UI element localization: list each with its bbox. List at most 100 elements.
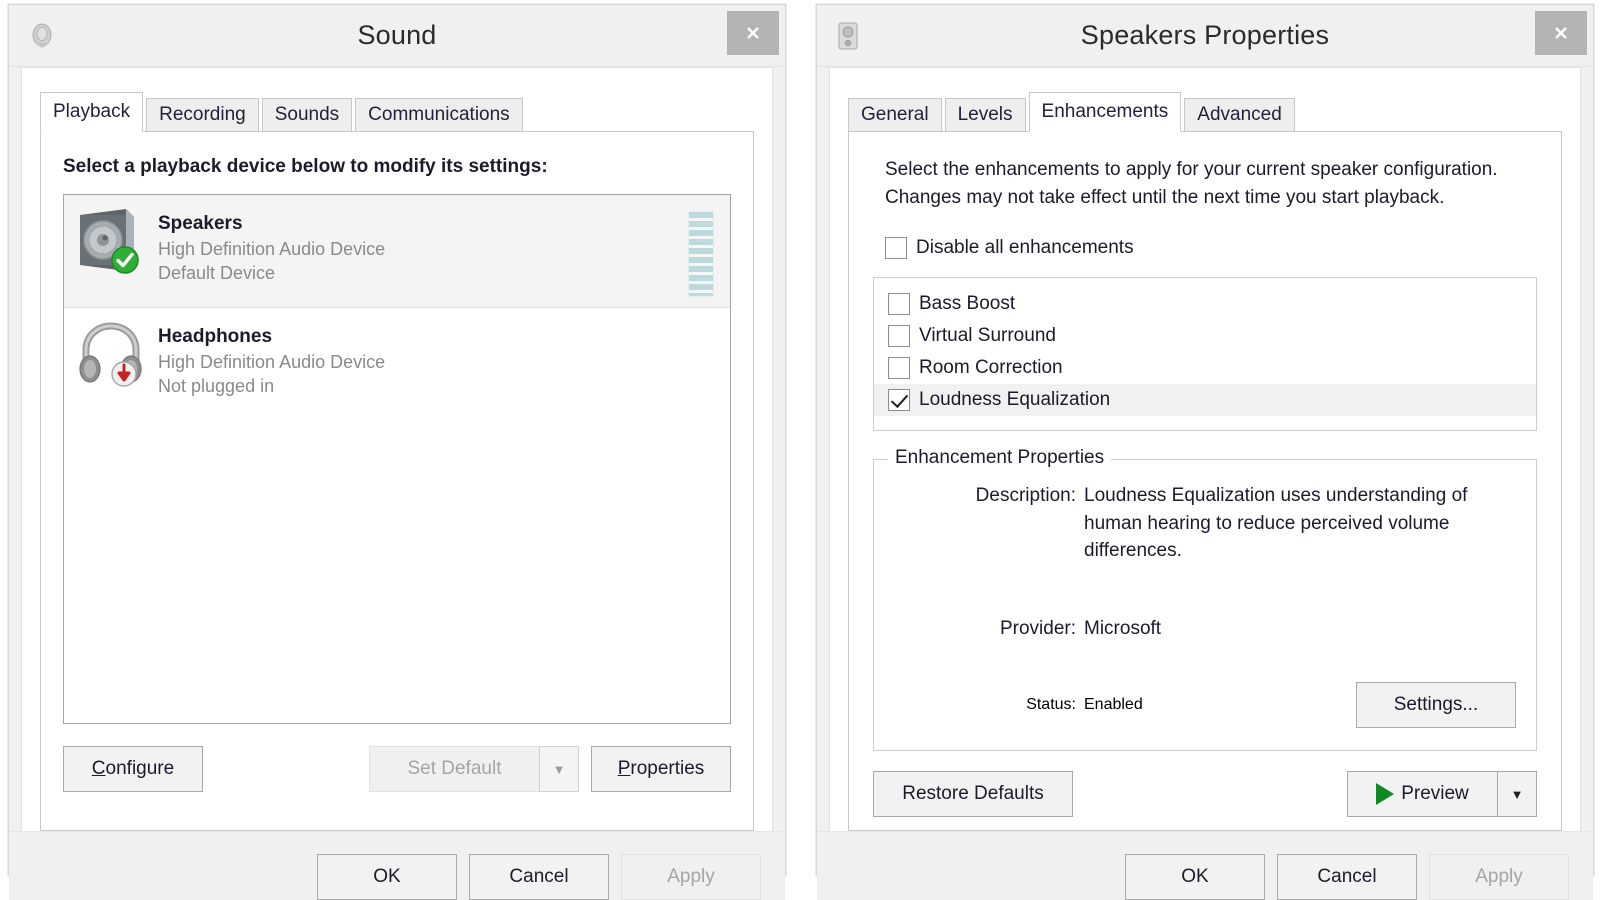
configure-button[interactable]: Configure	[63, 746, 203, 792]
tab-recording[interactable]: Recording	[146, 98, 259, 132]
cancel-label: Cancel	[509, 866, 568, 888]
tab-advanced[interactable]: Advanced	[1184, 98, 1295, 132]
properties-titlebar[interactable]: Speakers Properties	[817, 5, 1593, 67]
device-name: Headphones	[158, 324, 722, 350]
properties-dialog-body: General Levels Enhancements Advanced Sel…	[829, 67, 1581, 831]
device-info-headphones: Headphones High Definition Audio Device …	[158, 318, 722, 398]
description-label: Description:	[894, 482, 1084, 565]
sound-dialog-title: Sound	[9, 20, 785, 51]
sound-tabstrip: Playback Recording Sounds Communications	[40, 94, 772, 132]
configure-accel: C	[92, 758, 106, 779]
status-label: Status:	[894, 696, 1084, 714]
headphones-icon	[74, 318, 148, 392]
settings-label: Settings...	[1394, 694, 1479, 716]
device-info-speakers: Speakers High Definition Audio Device De…	[158, 205, 688, 285]
sound-dialog: Sound Playback Recording Sounds Com	[8, 4, 786, 876]
tab-general-label: General	[861, 104, 929, 126]
tab-general[interactable]: General	[848, 98, 942, 132]
tab-enhancements-label: Enhancements	[1042, 101, 1169, 123]
tab-enhancements[interactable]: Enhancements	[1029, 92, 1182, 132]
checkbox-icon[interactable]	[888, 325, 910, 347]
cancel-label: Cancel	[1317, 866, 1376, 888]
checkbox-icon[interactable]	[888, 357, 910, 379]
provider-label: Provider:	[894, 615, 1084, 643]
close-icon[interactable]	[727, 11, 779, 55]
enhancement-item-virtual-surround[interactable]: Virtual Surround	[874, 320, 1536, 352]
enhancement-label: Room Correction	[919, 357, 1063, 379]
playback-button-row: Configure Set Default ▼ Properties	[41, 724, 753, 818]
play-triangle-icon	[1376, 783, 1394, 805]
restore-defaults-button[interactable]: Restore Defaults	[873, 771, 1073, 817]
device-driver: High Definition Audio Device	[158, 237, 688, 261]
device-driver: High Definition Audio Device	[158, 350, 722, 374]
playback-device-list[interactable]: Speakers High Definition Audio Device De…	[63, 194, 731, 724]
checkbox-icon[interactable]	[888, 389, 910, 411]
tab-playback-label: Playback	[53, 101, 130, 123]
tab-communications[interactable]: Communications	[355, 98, 523, 132]
cancel-button[interactable]: Cancel	[469, 854, 609, 900]
tab-levels[interactable]: Levels	[945, 98, 1026, 132]
preview-button[interactable]: Preview	[1347, 771, 1497, 817]
ok-button[interactable]: OK	[1125, 854, 1265, 900]
device-row-headphones[interactable]: Headphones High Definition Audio Device …	[64, 308, 730, 408]
set-default-button[interactable]: Set Default	[369, 746, 539, 792]
speaker-icon	[74, 205, 148, 279]
sound-titlebar[interactable]: Sound	[9, 5, 785, 67]
set-default-label: Set Default	[408, 758, 502, 780]
volume-meter	[688, 211, 714, 297]
enhancement-item-room-correction[interactable]: Room Correction	[874, 352, 1536, 384]
apply-label: Apply	[667, 866, 715, 888]
set-default-dropdown-arrow-icon[interactable]: ▼	[539, 746, 579, 792]
properties-dialog-title: Speakers Properties	[817, 20, 1593, 51]
tab-sounds[interactable]: Sounds	[262, 98, 352, 132]
preview-arrow-glyph: ▼	[1511, 787, 1524, 802]
ok-button[interactable]: OK	[317, 854, 457, 900]
settings-button[interactable]: Settings...	[1356, 682, 1516, 728]
ok-label: OK	[373, 866, 400, 888]
screen-root: Sound Playback Recording Sounds Com	[0, 0, 1600, 900]
properties-tabstrip: General Levels Enhancements Advanced	[848, 94, 1580, 132]
set-default-split-button: Set Default ▼	[369, 746, 579, 792]
preview-split-button: Preview ▼	[1347, 771, 1537, 817]
checkbox-icon[interactable]	[888, 293, 910, 315]
sound-dialog-body: Playback Recording Sounds Communications…	[21, 67, 773, 831]
close-icon[interactable]	[1535, 11, 1587, 55]
enhancements-button-row: Restore Defaults Preview ▼	[849, 751, 1561, 841]
apply-button[interactable]: Apply	[1429, 854, 1569, 900]
tab-sounds-label: Sounds	[275, 104, 339, 126]
provider-row: Provider: Microsoft	[894, 615, 1516, 643]
tab-communications-label: Communications	[368, 104, 510, 126]
enhancements-description: Select the enhancements to apply for you…	[849, 132, 1561, 211]
restore-defaults-label: Restore Defaults	[902, 783, 1044, 805]
sound-dialog-footer: OK Cancel Apply	[9, 831, 785, 900]
playback-tab-panel: Select a playback device below to modify…	[40, 131, 754, 831]
enhancement-label: Virtual Surround	[919, 325, 1056, 347]
disable-all-enhancements-checkbox[interactable]: Disable all enhancements	[885, 237, 1561, 259]
red-down-arrow-badge	[110, 360, 138, 393]
enhancements-list[interactable]: Bass Boost Virtual Surround Room Correct…	[873, 277, 1537, 431]
device-status: Default Device	[158, 261, 688, 285]
tab-recording-label: Recording	[159, 104, 246, 126]
status-row: Status: Enabled Settings...	[894, 682, 1516, 728]
device-row-speakers[interactable]: Speakers High Definition Audio Device De…	[64, 195, 730, 308]
enhancement-item-loudness-equalization[interactable]: Loudness Equalization	[874, 384, 1536, 416]
tab-levels-label: Levels	[958, 104, 1013, 126]
device-status: Not plugged in	[158, 374, 722, 398]
status-value: Enabled	[1084, 696, 1356, 714]
properties-label-rest: roperties	[630, 758, 704, 779]
sound-speaker-icon	[27, 21, 57, 51]
enhancement-label: Loudness Equalization	[919, 389, 1110, 411]
apply-button[interactable]: Apply	[621, 854, 761, 900]
enhancement-properties-group: Enhancement Properties Description: Loud…	[873, 459, 1537, 751]
cancel-button[interactable]: Cancel	[1277, 854, 1417, 900]
tab-playback[interactable]: Playback	[40, 92, 143, 132]
green-check-badge	[110, 245, 140, 280]
properties-button[interactable]: Properties	[591, 746, 731, 792]
preview-dropdown-arrow-icon[interactable]: ▼	[1497, 771, 1537, 817]
preview-label: Preview	[1401, 783, 1469, 805]
device-name: Speakers	[158, 211, 688, 237]
disable-all-enhancements-label: Disable all enhancements	[916, 237, 1134, 259]
tab-advanced-label: Advanced	[1197, 104, 1282, 126]
enhancement-item-bass-boost[interactable]: Bass Boost	[874, 288, 1536, 320]
playback-prompt: Select a playback device below to modify…	[41, 132, 753, 194]
